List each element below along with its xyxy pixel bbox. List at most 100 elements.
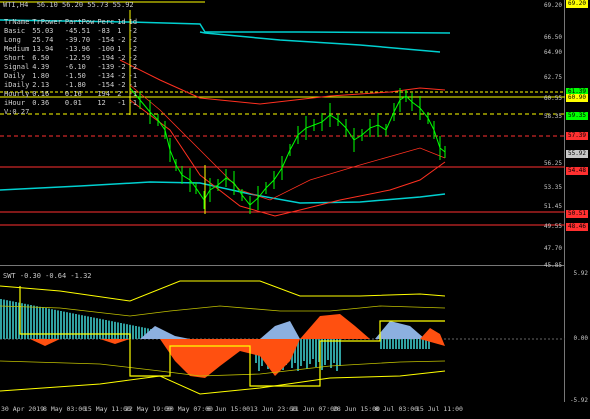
price-axis-label: 53.35 — [543, 184, 562, 191]
table-header-row: TrName TrPower PartPow Perc 1d 1d — [4, 18, 140, 27]
table-cell: -2 — [117, 63, 126, 71]
histogram-bar — [78, 314, 80, 339]
table-header-cell: 1d — [117, 18, 126, 26]
table-cell: 12 — [97, 99, 106, 107]
table-cell: -1 — [128, 90, 138, 98]
histogram-bar — [90, 317, 92, 339]
table-cell: Short — [4, 54, 26, 62]
histogram-bar — [303, 339, 305, 361]
price-level-tag: 48.46 — [566, 223, 588, 231]
histogram-bar — [333, 339, 335, 363]
histogram-bar — [383, 339, 385, 349]
histogram-bar — [72, 313, 74, 339]
histogram-bar — [96, 318, 98, 339]
table-cell: -45.51 — [64, 27, 91, 35]
price-axis-label: 66.50 — [543, 34, 562, 41]
histogram-bar — [392, 339, 394, 349]
histogram-bar — [114, 321, 116, 339]
swt-indicator-canvas[interactable] — [0, 266, 565, 402]
price-axis-label: 60.55 — [543, 95, 562, 102]
table-header-cell: TrName — [4, 18, 30, 26]
histogram-bar — [422, 339, 424, 349]
histogram-bar — [3, 299, 5, 339]
table-cell: 55.03 — [32, 27, 54, 35]
symbol-quote-line: WTI,H4 56.10 56.20 55.73 55.92 — [3, 1, 134, 9]
table-cell: Daily — [4, 72, 26, 80]
table-cell: -139 — [97, 63, 115, 71]
table-cell: -2 — [128, 45, 138, 53]
trend-power-table: TrName TrPower PartPow Perc 1d 1d Basic 55.03 -4… — [4, 18, 140, 117]
histogram-bar — [398, 339, 400, 349]
histogram-bar — [339, 339, 341, 366]
histogram-bar — [69, 312, 71, 339]
table-cell: -83 — [97, 27, 110, 35]
histogram-bar — [389, 339, 391, 349]
table-cell: -1.80 — [64, 81, 86, 89]
histogram-bar — [63, 311, 65, 339]
histogram-bar — [120, 323, 122, 339]
time-axis-label: 21 Jun 07:00 — [291, 405, 338, 413]
table-cell: -1.50 — [64, 72, 86, 80]
histogram-bar — [138, 326, 140, 339]
time-axis-label: 6 Jun 15:00 — [207, 405, 251, 413]
table-cell: 0.16 — [64, 90, 82, 98]
histogram-bar — [84, 315, 86, 339]
histogram-bar — [330, 339, 332, 368]
time-axis-label: 30 May 07:00 — [166, 405, 213, 413]
table-cell: -13.96 — [64, 45, 91, 53]
histogram-bar — [132, 325, 134, 339]
table-cell: -2 — [117, 72, 126, 80]
bearish-area — [30, 339, 130, 346]
time-axis-label: 28 Jun 15:00 — [333, 405, 380, 413]
histogram-bar — [81, 315, 83, 339]
table-cell: -100 — [97, 45, 115, 53]
table-row: Short 6.50 -12.59 -194 -2 -2 — [4, 54, 140, 63]
table-cell: 2.13 — [32, 81, 50, 89]
price-level-tag: 60.90 — [566, 94, 588, 102]
histogram-bar — [66, 312, 68, 339]
table-header-cell: PartPow — [64, 18, 95, 26]
price-level-tag: 55.92 — [566, 150, 588, 158]
histogram-bar — [57, 310, 59, 339]
table-cell: -6.10 — [64, 63, 86, 71]
histogram-bar — [309, 339, 311, 364]
table-footer-row: V:0.27 — [4, 108, 140, 117]
histogram-bar — [404, 339, 406, 349]
table-cell: Long — [4, 36, 21, 44]
histogram-bar — [336, 339, 338, 371]
histogram-bar — [54, 309, 56, 339]
price-chart-panel[interactable]: WTI,H4 56.10 56.20 55.73 55.92 TrName TrP… — [0, 0, 565, 269]
table-cell: 1 — [117, 27, 122, 35]
table-cell: 6.50 — [32, 54, 50, 62]
histogram-bar — [306, 339, 308, 369]
table-cell: Basic — [4, 27, 26, 35]
histogram-bar — [0, 299, 2, 339]
swt-axis-label: 0.00 — [573, 335, 588, 342]
histogram-bar — [111, 321, 113, 339]
bearish-area — [300, 314, 370, 339]
time-axis-label: 8 Jul 03:00 — [375, 405, 419, 413]
histogram-bar — [324, 339, 326, 365]
bullish-area — [140, 321, 425, 339]
time-axis-label: 13 Jun 23:00 — [250, 405, 297, 413]
medium-ma-line — [199, 31, 441, 53]
table-cell: -2 — [117, 36, 126, 44]
histogram-bar — [419, 339, 421, 349]
histogram-bar — [321, 339, 323, 370]
swt-axis-label: -5.92 — [569, 397, 588, 404]
histogram-bar — [407, 339, 409, 349]
swt-axis-label: 5.92 — [573, 270, 588, 277]
swt-indicator-panel[interactable]: SWT -0.30 -0.64 -1.32 — [0, 266, 565, 402]
table-row: Medium 13.94 -13.96 -100 1 -2 — [4, 45, 140, 54]
histogram-bar — [126, 324, 128, 339]
price-axis-label: 69.20 — [543, 2, 562, 9]
table-cell: 0.36 — [32, 99, 50, 107]
table-cell: -2 — [117, 81, 126, 89]
table-cell: -154 — [97, 81, 115, 89]
histogram-bar — [123, 323, 125, 339]
histogram-bar — [401, 339, 403, 349]
price-axis-label: 58.35 — [543, 113, 562, 120]
time-axis-label: 15 May 11:00 — [84, 405, 131, 413]
table-row: Daily 1.80 -1.50 -134 -2 -1 — [4, 72, 140, 81]
table-cell: 4.39 — [32, 63, 50, 71]
